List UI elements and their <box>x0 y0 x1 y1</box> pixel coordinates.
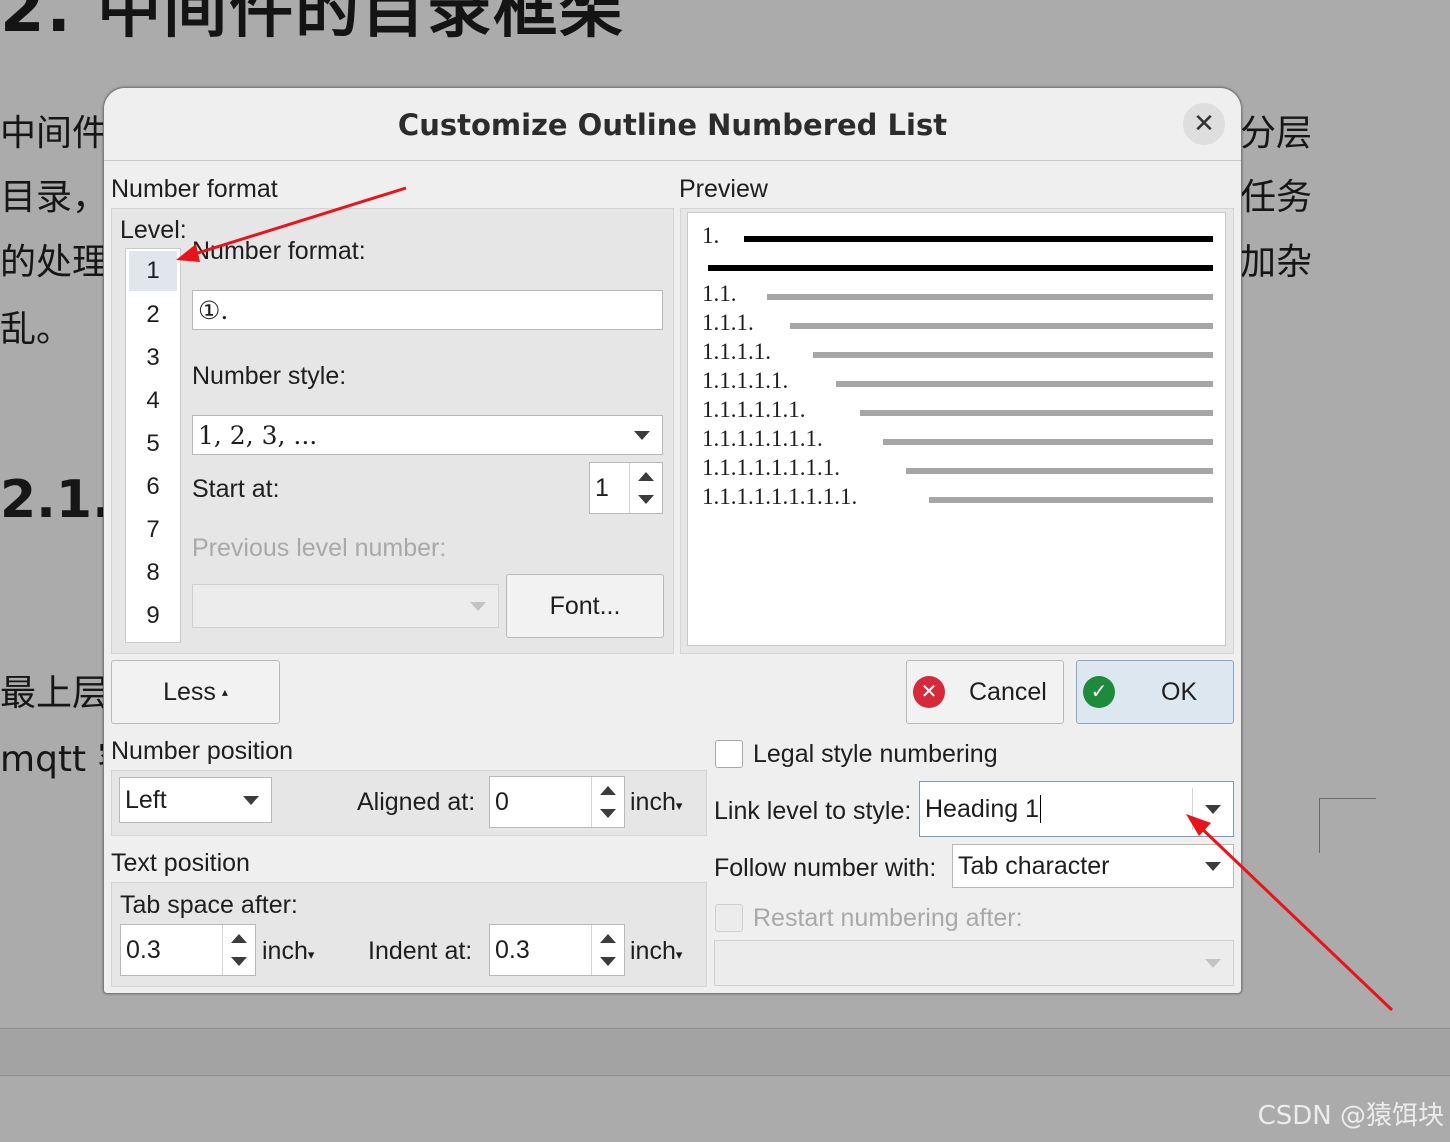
annotation-arrow-line <box>1196 823 1394 1012</box>
annotation-arrowhead <box>176 244 200 262</box>
annotation-arrows <box>176 186 1394 1012</box>
annotation-arrow-line <box>187 186 407 258</box>
